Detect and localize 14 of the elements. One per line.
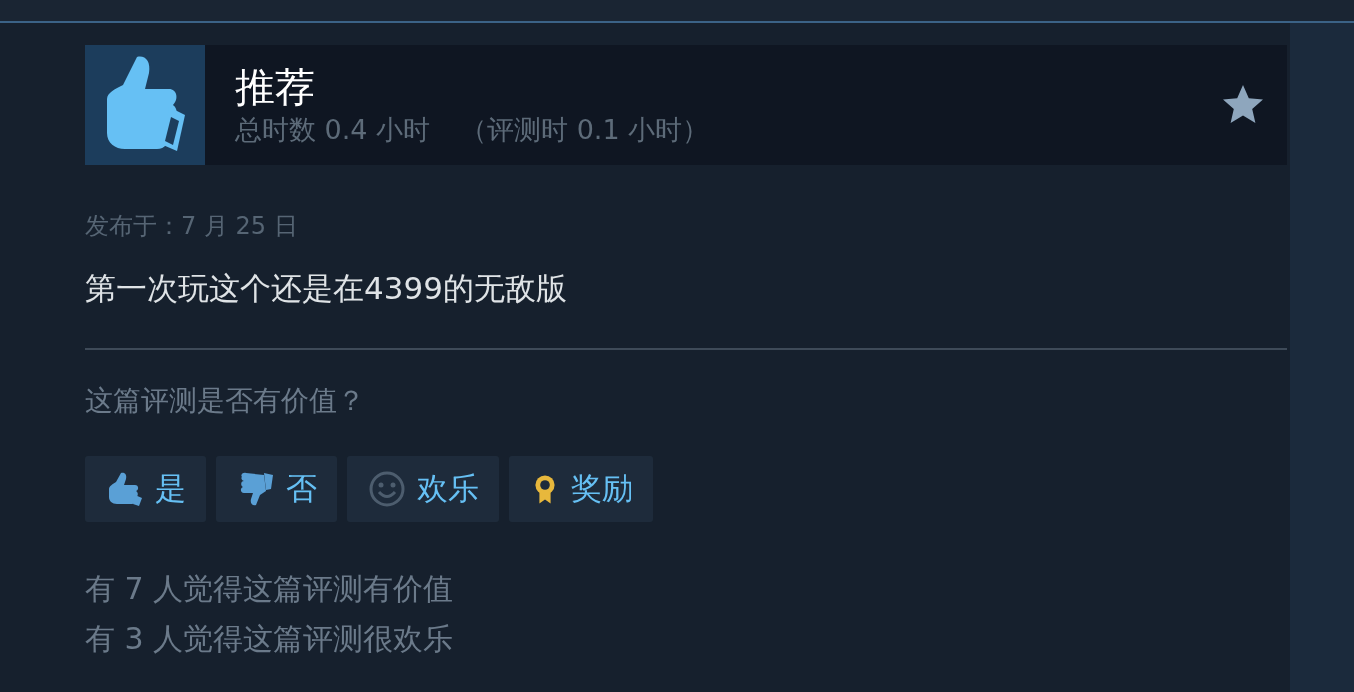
smiley-icon bbox=[367, 469, 407, 509]
thumbs-up-icon bbox=[85, 45, 205, 165]
award-button[interactable]: 奖励 bbox=[509, 456, 653, 522]
helpful-question: 这篇评测是否有价值？ bbox=[85, 383, 366, 419]
smile-button[interactable]: 欢乐 bbox=[347, 456, 499, 522]
helpful-count-text: 有 7 人觉得这篇评测有价值 bbox=[85, 570, 455, 608]
thumb-up-button[interactable]: 是 bbox=[85, 456, 206, 522]
verdict-title: 推荐 bbox=[235, 63, 316, 112]
thumb-down-button[interactable]: 否 bbox=[216, 456, 337, 522]
helpful-count-text: 有 3 人觉得这篇评测很欢乐 bbox=[85, 620, 455, 658]
review-text: 第一次玩这个还是在4399的无敌版 bbox=[85, 269, 568, 308]
posted-date: 发布于：7 月 25 日 bbox=[85, 211, 299, 242]
playtime-text: 总时数 0.4 小时 bbox=[235, 113, 431, 147]
review-playtime-text: （评测时 0.1 小时） bbox=[460, 113, 710, 147]
